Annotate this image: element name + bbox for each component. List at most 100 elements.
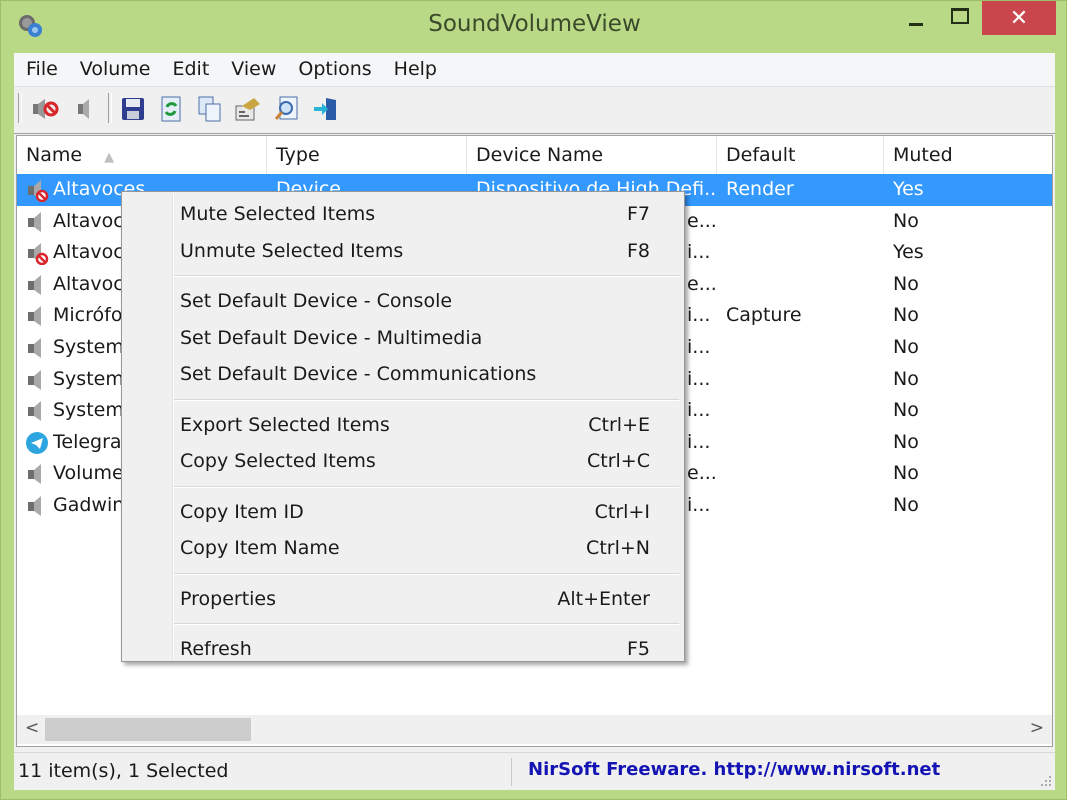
close-icon: ✕ bbox=[1009, 5, 1029, 31]
copy-button[interactable] bbox=[195, 94, 225, 124]
toolbar bbox=[14, 87, 1055, 134]
speaker-muted-icon bbox=[28, 180, 49, 202]
exit-icon bbox=[314, 98, 336, 120]
menu-item-label: Mute Selected Items bbox=[180, 203, 376, 225]
menu-help[interactable]: Help bbox=[383, 53, 448, 86]
column-header-type[interactable]: Type bbox=[267, 136, 467, 174]
find-button[interactable] bbox=[272, 94, 302, 124]
mute-button[interactable] bbox=[31, 94, 61, 124]
column-name-label: Name bbox=[26, 144, 83, 166]
menu-item-label: Export Selected Items bbox=[180, 413, 390, 436]
context-menu-item-set-default-device-multimedia[interactable]: Set Default Device - Multimedia bbox=[124, 321, 682, 355]
sort-ascending-icon: ▲ bbox=[104, 150, 115, 165]
column-header-name[interactable]: Name ▲ bbox=[17, 136, 267, 174]
maximize-button[interactable] bbox=[941, 1, 979, 35]
close-button[interactable]: ✕ bbox=[982, 1, 1056, 35]
title-bar[interactable]: SoundVolumeView ✕ bbox=[1, 1, 1067, 53]
column-header-default[interactable]: Default bbox=[717, 136, 884, 174]
context-menu-separator bbox=[174, 398, 679, 401]
horizontal-scrollbar[interactable]: < > bbox=[17, 715, 1052, 744]
resize-grip-icon[interactable] bbox=[1040, 775, 1052, 787]
cell-device: i... bbox=[687, 430, 711, 453]
toolbar-separator bbox=[18, 93, 22, 123]
speaker-muted-icon bbox=[28, 243, 49, 266]
cell-default bbox=[726, 332, 883, 364]
column-header-muted[interactable]: Muted bbox=[884, 136, 1052, 174]
cell-muted: No bbox=[893, 367, 919, 390]
menu-view[interactable]: View bbox=[220, 53, 287, 86]
minimize-icon bbox=[909, 22, 923, 26]
context-menu-separator bbox=[174, 485, 679, 488]
speaker-icon bbox=[28, 274, 41, 295]
unmute-button[interactable] bbox=[68, 94, 98, 124]
cell-muted: No bbox=[893, 304, 919, 327]
speaker-icon bbox=[28, 464, 41, 485]
cell-device: i... bbox=[687, 241, 711, 264]
menu-options[interactable]: Options bbox=[287, 53, 382, 86]
speaker-icon bbox=[28, 401, 41, 422]
menu-volume[interactable]: Volume bbox=[69, 53, 162, 86]
menu-item-shortcut: Ctrl+I bbox=[594, 500, 650, 523]
nirsoft-link[interactable]: NirSoft Freeware. http://www.nirsoft.net bbox=[528, 753, 940, 787]
minimize-button[interactable] bbox=[897, 1, 935, 35]
cell-default bbox=[726, 458, 883, 490]
cell-device: i... bbox=[687, 336, 711, 358]
context-menu-item-set-default-device-communications[interactable]: Set Default Device - Communications bbox=[124, 357, 682, 391]
context-menu-separator bbox=[174, 275, 679, 277]
cell-default bbox=[726, 395, 883, 427]
menu-item-label: Refresh bbox=[180, 638, 252, 660]
mute-icon bbox=[33, 99, 59, 119]
speaker-icon bbox=[28, 496, 41, 516]
speaker-icon bbox=[28, 369, 41, 390]
menu-item-label: Copy Item ID bbox=[180, 500, 304, 523]
menu-item-label: Set Default Device - Console bbox=[180, 290, 453, 312]
cell-default bbox=[726, 427, 883, 459]
context-menu-item-copy-item-id[interactable]: Copy Item ID Ctrl+I bbox=[124, 495, 682, 529]
menu-item-shortcut: Alt+Enter bbox=[557, 587, 650, 610]
menu-item-shortcut: F5 bbox=[626, 638, 650, 660]
scroll-right-arrow[interactable]: > bbox=[1030, 718, 1044, 738]
scrollbar-thumb[interactable] bbox=[45, 718, 251, 741]
properties-icon bbox=[235, 98, 260, 121]
menu-item-shortcut: F7 bbox=[626, 203, 650, 225]
context-menu-item-export-selected-items[interactable]: Export Selected Items Ctrl+E bbox=[124, 408, 682, 442]
cell-device: e... bbox=[687, 462, 717, 485]
context-menu-item-unmute-selected-items[interactable]: Unmute Selected Items F8 bbox=[124, 234, 682, 268]
unmute-speaker-icon bbox=[78, 99, 89, 119]
app-window: SoundVolumeView ✕ File Volume Edit View … bbox=[0, 0, 1067, 800]
cell-device: e... bbox=[687, 272, 717, 295]
save-button[interactable] bbox=[118, 94, 148, 124]
menu-item-shortcut: Ctrl+C bbox=[587, 450, 650, 472]
cell-default bbox=[726, 237, 883, 269]
cell-default bbox=[726, 206, 883, 238]
refresh-button[interactable] bbox=[156, 94, 186, 124]
context-menu-separator bbox=[174, 623, 679, 625]
cell-muted: No bbox=[893, 336, 919, 358]
context-menu-item-properties[interactable]: Properties Alt+Enter bbox=[124, 582, 682, 616]
refresh-icon bbox=[161, 96, 181, 122]
context-menu-item-refresh[interactable]: Refresh F5 bbox=[124, 632, 682, 666]
context-menu-item-set-default-device-console[interactable]: Set Default Device - Console bbox=[124, 284, 682, 318]
telegram-icon bbox=[26, 431, 48, 454]
cell-muted: No bbox=[893, 209, 919, 232]
context-menu: Mute Selected Items F7 Unmute Selected Ite… bbox=[121, 191, 685, 662]
menu-item-label: Copy Item Name bbox=[180, 537, 340, 559]
save-icon bbox=[122, 98, 144, 120]
properties-button[interactable] bbox=[233, 94, 263, 124]
menu-file[interactable]: File bbox=[14, 53, 69, 86]
cell-muted: No bbox=[893, 399, 919, 422]
exit-button[interactable] bbox=[311, 94, 341, 124]
cell-muted: No bbox=[893, 494, 919, 516]
copy-icon bbox=[198, 96, 221, 122]
context-menu-item-copy-selected-items[interactable]: Copy Selected Items Ctrl+C bbox=[124, 444, 682, 478]
scroll-left-arrow[interactable]: < bbox=[25, 718, 39, 738]
menu-item-label: Set Default Device - Communications bbox=[180, 363, 537, 385]
column-header-device-name[interactable]: Device Name bbox=[467, 136, 717, 174]
menu-item-shortcut: Ctrl+E bbox=[588, 413, 650, 436]
cell-muted: No bbox=[893, 462, 919, 485]
menu-item-label: Unmute Selected Items bbox=[180, 239, 404, 262]
context-menu-item-copy-item-name[interactable]: Copy Item Name Ctrl+N bbox=[124, 531, 682, 565]
menu-edit[interactable]: Edit bbox=[161, 53, 220, 86]
cell-muted: Yes bbox=[893, 241, 924, 264]
context-menu-item-mute-selected-items[interactable]: Mute Selected Items F7 bbox=[124, 197, 682, 231]
